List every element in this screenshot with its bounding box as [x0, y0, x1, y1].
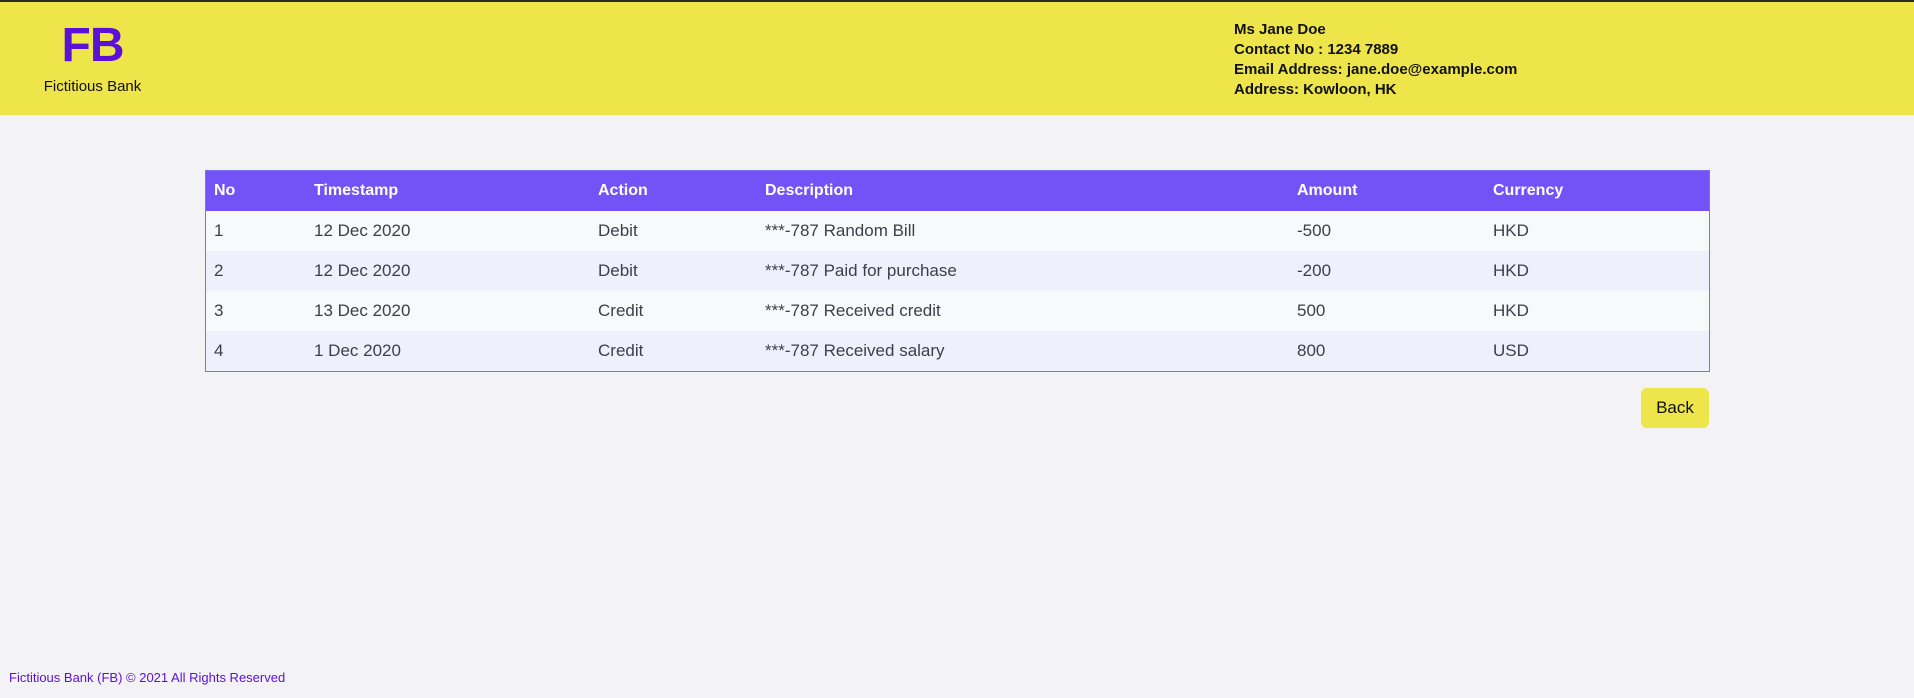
cell-description: ***-787 Received salary [765, 341, 945, 360]
table-row: 4 1 Dec 2020 Credit ***-787 Received sal… [206, 331, 1709, 371]
cell-currency: HKD [1493, 301, 1529, 320]
cell-timestamp: 13 Dec 2020 [314, 301, 411, 320]
cell-no: 4 [214, 341, 224, 360]
cell-action: Credit [598, 301, 644, 320]
cell-currency: USD [1493, 341, 1529, 360]
cell-amount: -200 [1297, 261, 1332, 280]
table-header-row: No Timestamp Action Description Amount C… [206, 171, 1709, 211]
column-header-description: Description [765, 182, 854, 199]
column-header-action: Action [598, 182, 648, 199]
cell-description: ***-787 Received credit [765, 301, 941, 320]
table-row: 1 12 Dec 2020 Debit ***-787 Random Bill … [206, 211, 1709, 251]
cell-description: ***-787 Paid for purchase [765, 261, 957, 280]
column-header-no: No [214, 182, 236, 199]
cell-amount: 500 [1297, 301, 1326, 320]
customer-contact-info: Ms Jane Doe Contact No : 1234 7889 Email… [1234, 20, 1517, 100]
column-header-currency: Currency [1493, 182, 1564, 199]
cell-description: ***-787 Random Bill [765, 221, 916, 240]
table-row: 2 12 Dec 2020 Debit ***-787 Paid for pur… [206, 251, 1709, 291]
cell-timestamp: 12 Dec 2020 [314, 261, 411, 280]
customer-phone: Contact No : 1234 7889 [1234, 41, 1399, 58]
transactions-table-container: No Timestamp Action Description Amount C… [205, 170, 1710, 372]
logo-bank-name: Fictitious Bank [43, 78, 142, 95]
customer-email: Email Address: jane.doe@example.com [1234, 61, 1518, 78]
transactions-table: No Timestamp Action Description Amount C… [206, 171, 1709, 371]
cell-no: 3 [214, 301, 224, 320]
page-header: FB Fictitious Bank Ms Jane Doe Contact N… [0, 2, 1914, 115]
back-button[interactable]: Back [1641, 388, 1709, 428]
bank-logo[interactable]: FB Fictitious Bank [30, 19, 155, 96]
cell-no: 1 [214, 221, 224, 240]
cell-currency: HKD [1493, 221, 1529, 240]
footer-copyright: Fictitious Bank (FB) © 2021 All Rights R… [9, 670, 286, 685]
column-header-amount: Amount [1297, 182, 1358, 199]
cell-no: 2 [214, 261, 224, 280]
logo-mark: FB [61, 19, 125, 72]
column-header-timestamp: Timestamp [314, 182, 399, 199]
cell-amount: 800 [1297, 341, 1326, 360]
cell-timestamp: 12 Dec 2020 [314, 221, 411, 240]
cell-action: Debit [598, 261, 638, 280]
cell-currency: HKD [1493, 261, 1529, 280]
customer-address: Address: Kowloon, HK [1234, 81, 1397, 98]
cell-timestamp: 1 Dec 2020 [314, 341, 401, 360]
cell-action: Credit [598, 341, 644, 360]
table-row: 3 13 Dec 2020 Credit ***-787 Received cr… [206, 291, 1709, 331]
customer-name: Ms Jane Doe [1234, 21, 1326, 38]
cell-amount: -500 [1297, 221, 1332, 240]
cell-action: Debit [598, 221, 638, 240]
